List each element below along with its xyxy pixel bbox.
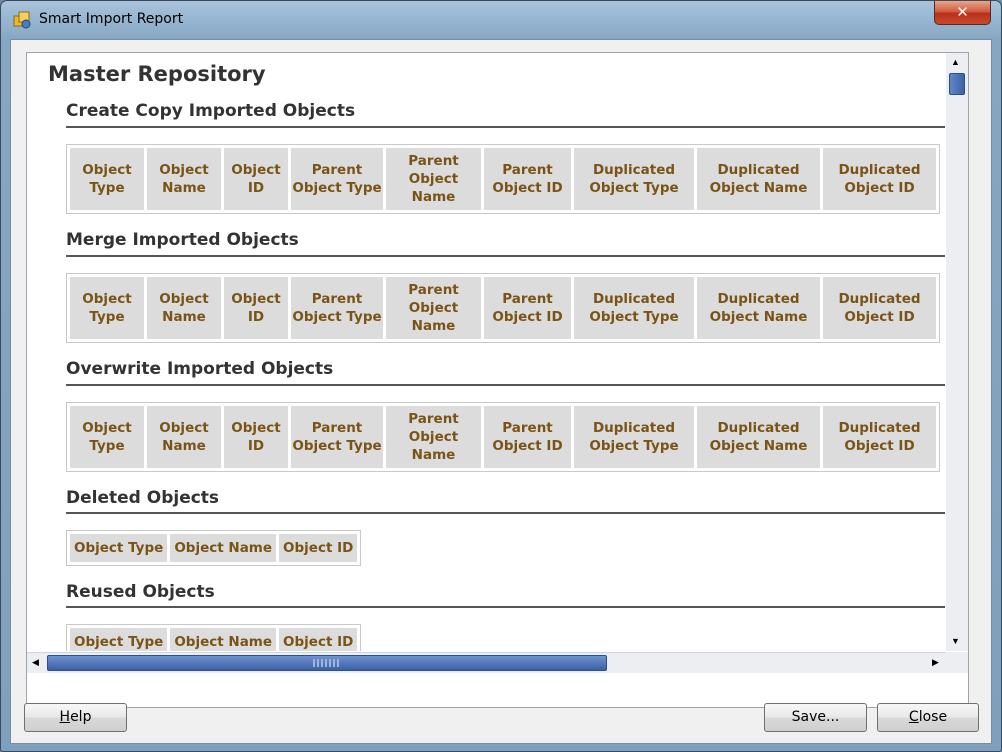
title-bar[interactable]: Smart Import Report ✕ — [1, 1, 1001, 39]
column-header: Object Type — [70, 148, 144, 210]
column-header: Duplicated Object Name — [697, 148, 820, 210]
vertical-scroll-thumb[interactable] — [949, 73, 965, 95]
column-header: Object ID — [279, 534, 358, 562]
horizontal-scrollbar[interactable]: ◀ ▶ — [27, 652, 968, 673]
section-title-merge: Merge Imported Objects — [66, 230, 299, 250]
deleted-table: Object Type Object Name Object ID — [66, 530, 362, 566]
close-mnemonic: C — [908, 709, 919, 725]
column-header: Object ID — [279, 628, 358, 651]
app-icon — [13, 11, 31, 29]
scroll-left-icon[interactable]: ◀ — [32, 657, 39, 668]
report-viewer: Master Repository Create Copy Imported O… — [26, 52, 969, 708]
close-button[interactable]: Close — [877, 703, 979, 732]
column-header: Duplicated Object Type — [574, 148, 694, 210]
scrollbar-corner — [946, 652, 968, 672]
merge-table: Object Type Object Name Object ID Parent… — [66, 273, 940, 343]
table-header-row: Object Type Object Name Object ID Parent… — [70, 277, 936, 339]
reused-table: Object Type Object Name Object ID — [66, 624, 362, 651]
column-header: Duplicated Object ID — [823, 406, 936, 468]
section-divider — [66, 384, 945, 386]
help-mnemonic: H — [59, 709, 71, 725]
dialog-window: Smart Import Report ✕ Master Repository … — [0, 0, 1002, 752]
column-header: Object Name — [170, 534, 277, 562]
close-icon: ✕ — [956, 3, 969, 21]
column-header: Parent Object ID — [484, 277, 571, 339]
section-divider — [66, 606, 945, 608]
close-label-rest: lose — [918, 709, 948, 725]
column-header: Duplicated Object ID — [823, 277, 936, 339]
scroll-up-icon[interactable]: ▲ — [951, 57, 960, 67]
column-header: Parent Object Type — [291, 277, 383, 339]
section-title-create-copy: Create Copy Imported Objects — [66, 101, 356, 121]
column-header: Object Name — [147, 406, 221, 468]
table-header-row: Object Type Object Name Object ID Parent… — [70, 148, 936, 210]
column-header: Duplicated Object Type — [574, 406, 694, 468]
column-header: Object Type — [70, 534, 168, 562]
scroll-grip-icon — [313, 659, 341, 667]
save-button[interactable]: Save... — [764, 703, 867, 732]
help-button[interactable]: Help — [24, 703, 127, 732]
column-header: Parent Object ID — [484, 406, 571, 468]
horizontal-scroll-thumb[interactable] — [47, 655, 607, 671]
column-header: Object Name — [147, 277, 221, 339]
column-header: Object ID — [224, 277, 288, 339]
column-header: Object Type — [70, 628, 168, 651]
table-header-row: Object Type Object Name Object ID — [70, 628, 358, 651]
column-header: Duplicated Object Name — [697, 277, 820, 339]
table-header-row: Object Type Object Name Object ID — [70, 534, 358, 562]
vertical-scrollbar[interactable]: ▲ ▼ — [946, 53, 968, 651]
column-header: Object Type — [70, 277, 144, 339]
report-content: Master Repository Create Copy Imported O… — [27, 53, 945, 651]
window-close-button[interactable]: ✕ — [934, 1, 991, 25]
overwrite-table: Object Type Object Name Object ID Parent… — [66, 402, 940, 472]
section-divider — [66, 126, 945, 128]
column-header: Parent Object Type — [291, 406, 383, 468]
section-title-overwrite: Overwrite Imported Objects — [66, 359, 334, 379]
column-header: Object ID — [224, 406, 288, 468]
table-header-row: Object Type Object Name Object ID Parent… — [70, 406, 936, 468]
column-header: Parent Object Name — [386, 406, 481, 468]
column-header: Duplicated Object Type — [574, 277, 694, 339]
report-title: Master Repository — [48, 62, 266, 86]
create-copy-table: Object Type Object Name Object ID Parent… — [66, 144, 940, 214]
scroll-right-icon[interactable]: ▶ — [932, 657, 939, 668]
section-divider — [66, 512, 945, 514]
window-title: Smart Import Report — [39, 11, 184, 27]
column-header: Parent Object Type — [291, 148, 383, 210]
column-header: Object Type — [70, 406, 144, 468]
column-header: Parent Object Name — [386, 277, 481, 339]
section-title-deleted: Deleted Objects — [66, 488, 220, 508]
column-header: Duplicated Object ID — [823, 148, 936, 210]
column-header: Object ID — [224, 148, 288, 210]
column-header: Object Name — [170, 628, 277, 651]
column-header: Duplicated Object Name — [697, 406, 820, 468]
help-label-rest: elp — [70, 709, 92, 725]
scroll-down-icon[interactable]: ▼ — [951, 636, 960, 646]
section-divider — [66, 255, 945, 257]
section-title-reused: Reused Objects — [66, 582, 215, 602]
dialog-client-area: Master Repository Create Copy Imported O… — [10, 39, 992, 744]
column-header: Parent Object ID — [484, 148, 571, 210]
column-header: Object Name — [147, 148, 221, 210]
column-header: Parent Object Name — [386, 148, 481, 210]
